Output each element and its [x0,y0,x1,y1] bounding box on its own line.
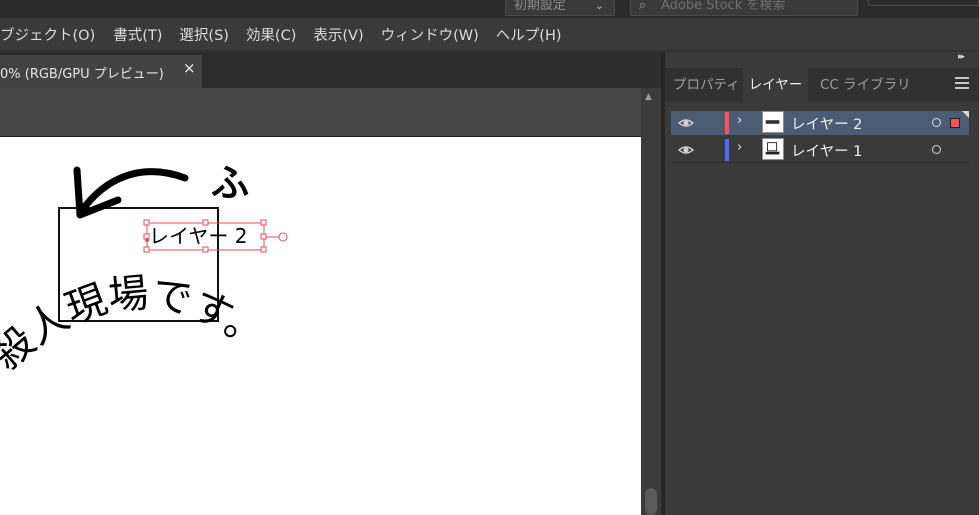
current-layer-indicator [962,111,969,118]
menu-type[interactable]: 書式(T) [113,24,162,45]
tab-cc-libraries[interactable]: CC ライブラリ [820,68,911,102]
layer-thumbnail [762,111,784,133]
workspace-switcher[interactable]: 初期設定 ⌄ [505,0,615,16]
adobe-stock-search-placeholder: Adobe Stock を検索 [661,0,786,13]
scroll-up-icon[interactable]: ▲ [645,92,652,102]
chevron-right-icon[interactable]: › [737,140,742,155]
layer-color-indicator [725,112,729,134]
target-icon[interactable] [932,145,941,154]
collapse-panel-icon[interactable]: ▸▸ [958,52,965,62]
chevron-right-icon[interactable]: › [737,113,742,128]
curved-text-path: 殺人現場です。 [0,270,275,379]
panel-menu-icon[interactable] [955,77,969,92]
close-icon[interactable]: × [183,59,196,77]
target-icon[interactable] [932,118,941,127]
text-anchor-point [145,238,149,242]
artwork[interactable]: ふ 殺人現場です。 レイヤー 2 [0,137,641,515]
layer-thumbnail [762,138,784,160]
menu-help[interactable]: ヘルプ(H) [496,24,562,45]
canvas-margin [0,88,641,137]
menu-window[interactable]: ウィンドウ(W) [381,24,479,45]
menu-effect[interactable]: 効果(C) [246,24,296,45]
workspace-label: 初期設定 [514,0,567,13]
layer-name[interactable]: レイヤー 1 [791,140,862,161]
menu-bar: ブジェクト(O) 書式(T) 選択(S) 効果(C) 表示(V) ウィンドウ(W… [0,18,979,50]
chevron-down-icon: ⌄ [594,0,604,12]
layer-row[interactable]: › レイヤー 1 [671,138,969,163]
layer-row[interactable]: › レイヤー 2 [671,111,969,135]
document-tab-label: 0% (RGB/GPU プレビュー) [0,67,164,82]
tab-properties[interactable]: プロパティ [673,68,741,102]
curved-handwriting-text[interactable]: 殺人現場です。 [0,270,275,379]
search-icon: ⌕ [639,0,647,13]
eye-icon[interactable] [678,115,694,131]
layer-color-indicator [725,139,729,161]
window-controls[interactable] [868,0,979,6]
menu-select[interactable]: 選択(S) [179,24,229,45]
vertical-scrollbar[interactable] [641,88,661,515]
handwriting-fu[interactable]: ふ [211,161,249,205]
menu-view[interactable]: 表示(V) [313,24,363,45]
scrollbar-thumb[interactable] [645,488,657,515]
selection-indicator[interactable] [950,118,960,128]
eye-icon[interactable] [678,142,694,158]
menu-object[interactable]: ブジェクト(O) [0,24,95,45]
tab-layers[interactable]: レイヤー [743,68,808,102]
adobe-stock-search-input[interactable]: ⌕ Adobe Stock を検索 [630,0,858,16]
text-out-port[interactable] [278,232,288,242]
layer-name[interactable]: レイヤー 2 [791,113,862,134]
selected-text-object[interactable]: レイヤー 2 [149,224,247,248]
